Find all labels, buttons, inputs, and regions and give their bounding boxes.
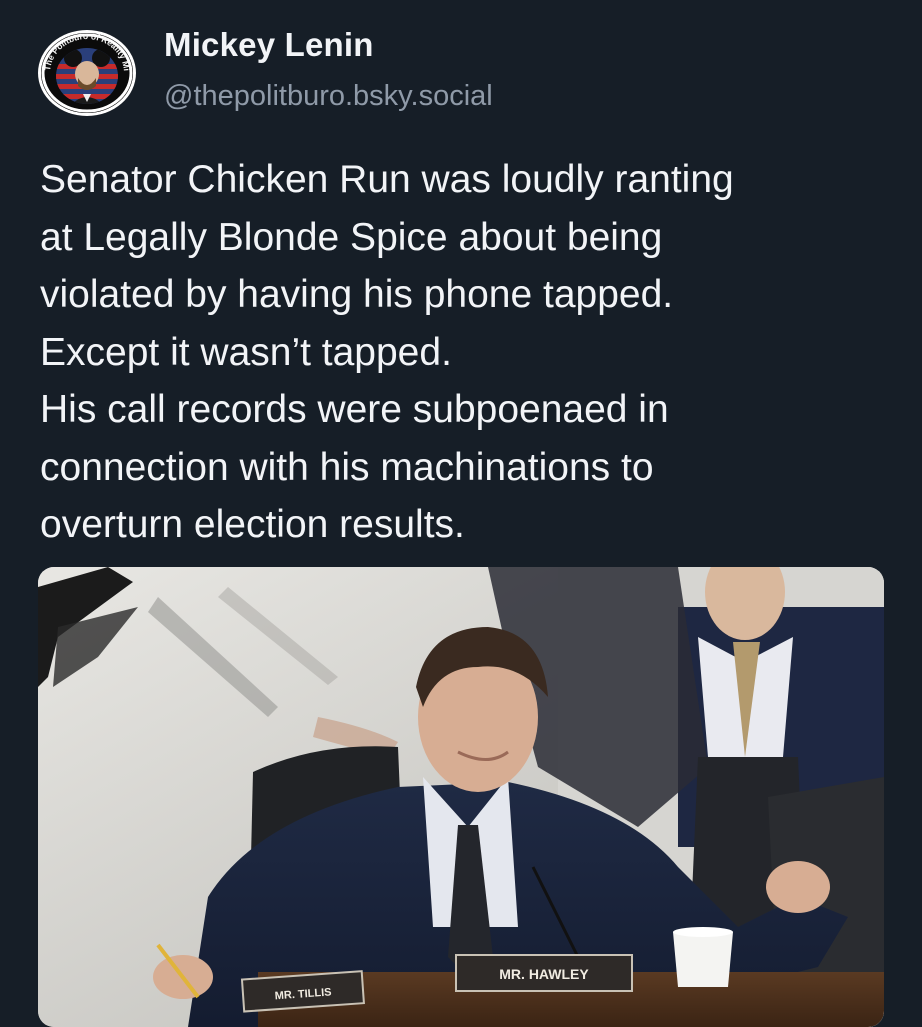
author-avatar[interactable]: The Politburo of Reality Mickey xyxy=(38,30,136,116)
nameplate-main-text: MR. HAWLEY xyxy=(499,966,589,982)
author-handle[interactable]: @thepolitburo.bsky.social xyxy=(164,80,493,113)
hearing-photo: MR. HAWLEY MR. TILLIS xyxy=(38,567,884,1027)
author-display-name[interactable]: Mickey Lenin xyxy=(164,26,374,64)
post-card: The Politburo of Reality Mickey Mickey L… xyxy=(0,0,922,1027)
nameplate-main: MR. HAWLEY xyxy=(455,954,633,992)
post-image[interactable]: MR. HAWLEY MR. TILLIS xyxy=(38,567,884,1027)
avatar-image: The Politburo of Reality Mickey xyxy=(38,30,133,113)
post-body-text: Senator Chicken Run was loudly ranting a… xyxy=(40,158,734,546)
